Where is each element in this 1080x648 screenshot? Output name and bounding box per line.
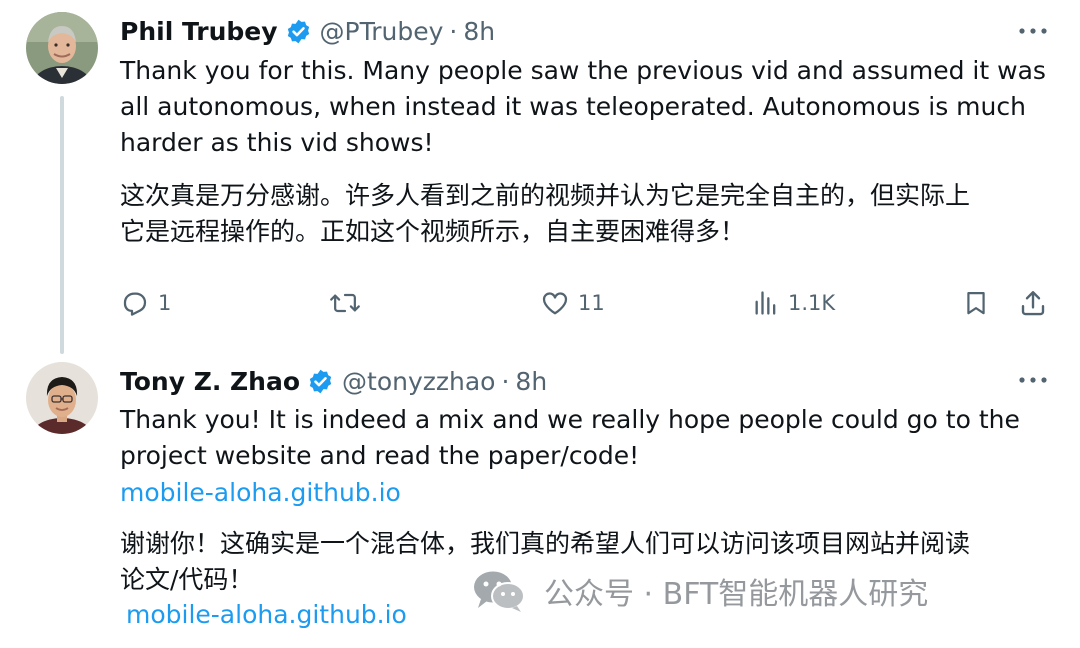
tweet-phil-trubey[interactable]: Phil Trubey @PTrubey · 8h Thank you for … xyxy=(0,0,1080,354)
project-website-link[interactable]: mobile-aloha.github.io xyxy=(120,475,401,511)
display-name[interactable]: Tony Z. Zhao xyxy=(120,367,300,396)
like-icon xyxy=(540,288,570,318)
bookmark-button[interactable] xyxy=(962,283,990,323)
tweet-header: Tony Z. Zhao @tonyzzhao · 8h xyxy=(120,364,547,398)
views-button[interactable]: 1.1K xyxy=(752,283,835,323)
tweet-text-chinese: 这次真是万分感谢。许多人看到之前的视频并认为它是完全自主的，但实际上 它是远程操… xyxy=(120,181,971,246)
share-button[interactable] xyxy=(1018,283,1048,323)
reply-button[interactable]: 1 xyxy=(120,283,171,323)
tweet-text-english: Thank you for this. Many people saw the … xyxy=(120,56,1046,157)
user-handle[interactable]: @tonyzzhao xyxy=(342,367,495,396)
watermark-text: 公众号 · BFT智能机器人研究 xyxy=(544,577,929,612)
separator-dot: · xyxy=(501,366,510,396)
timestamp[interactable]: 8h xyxy=(515,367,547,396)
project-website-link-translated[interactable]: mobile-aloha.github.io xyxy=(126,597,407,633)
retweet-button[interactable] xyxy=(329,283,361,323)
tweet-action-bar: 1 11 1.1K xyxy=(120,283,1060,323)
separator-dot: · xyxy=(449,16,458,46)
reply-count: 1 xyxy=(158,291,172,315)
bookmark-icon xyxy=(962,288,990,318)
views-icon xyxy=(752,288,780,318)
verified-badge-icon xyxy=(285,18,312,45)
verified-badge-icon xyxy=(307,368,334,395)
more-options-icon[interactable] xyxy=(1016,21,1050,41)
user-handle[interactable]: @PTrubey xyxy=(320,17,444,46)
tweet-header: Phil Trubey @PTrubey · 8h xyxy=(120,14,495,48)
retweet-icon xyxy=(329,288,361,318)
wechat-icon xyxy=(472,569,526,613)
timestamp[interactable]: 8h xyxy=(463,17,495,46)
display-name[interactable]: Phil Trubey xyxy=(120,17,278,46)
like-button[interactable]: 11 xyxy=(540,283,605,323)
avatar-phil-trubey[interactable] xyxy=(26,12,98,84)
tweet-text-english: Thank you! It is indeed a mix and we rea… xyxy=(120,405,1020,470)
like-count: 11 xyxy=(578,291,605,315)
avatar-tony-zhao[interactable] xyxy=(26,362,98,434)
share-icon xyxy=(1018,288,1048,318)
more-options-icon[interactable] xyxy=(1016,370,1050,390)
views-count: 1.1K xyxy=(788,291,836,315)
watermark: 公众号 · BFT智能机器人研究 xyxy=(472,566,928,616)
thread-connector-line xyxy=(60,96,64,354)
reply-icon xyxy=(120,288,150,318)
